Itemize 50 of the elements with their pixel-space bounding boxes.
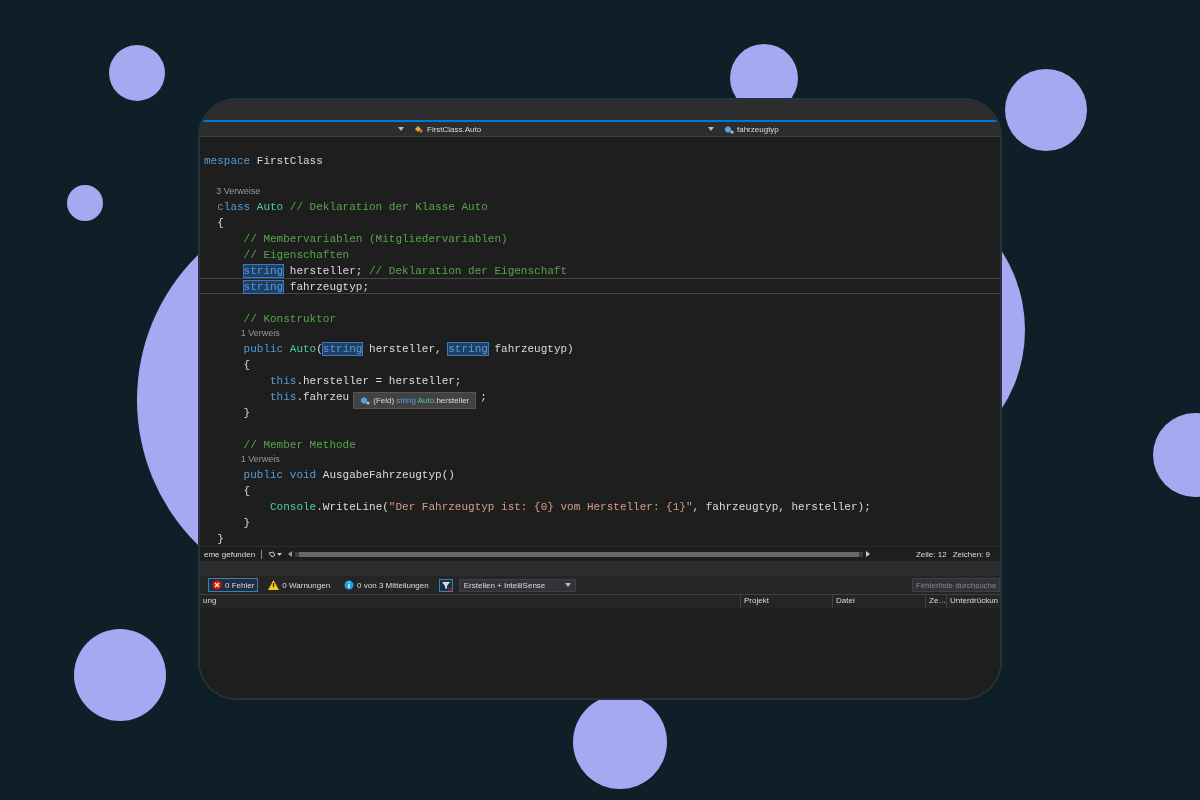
- reference-count[interactable]: 1 Verweis: [240, 452, 280, 466]
- code-line: // Konstruktor: [243, 312, 336, 327]
- error-icon: [212, 580, 222, 590]
- dropdown[interactable]: FirstClass.Auto: [410, 122, 720, 136]
- caret-icon: [708, 127, 714, 131]
- field-icon: [360, 396, 371, 405]
- reference-count[interactable]: 1 Verweis: [240, 326, 280, 340]
- background-circle: [67, 185, 103, 221]
- code-line: class Auto // Deklaration der Klasse Auto: [217, 200, 488, 215]
- code-line: string hersteller; // Deklaration der Eigenschaft: [243, 264, 568, 279]
- background-circle: [109, 45, 165, 101]
- scrollbar[interactable]: [295, 551, 863, 557]
- code-line: {: [243, 484, 251, 499]
- dropdown[interactable]: fahrzeugtyp: [720, 122, 1000, 136]
- tooltip-text: (Feld) string Auto.hersteller: [373, 396, 470, 405]
- code-line: string fahrzeugtyp;: [243, 280, 370, 295]
- column-header[interactable]: ung: [200, 595, 740, 608]
- code-line: // Eigenschaften: [243, 248, 350, 263]
- scroll-right-icon[interactable]: [865, 551, 870, 557]
- code-line: // Member Methode: [243, 438, 356, 453]
- code-line: public Auto(string hersteller, string fahrzeugtyp): [243, 342, 574, 357]
- line-number-label: Zeile: 12: [915, 549, 947, 559]
- code-line: {: [243, 358, 251, 373]
- filter-button[interactable]: 0 von 3 Mitteilungen: [340, 578, 433, 592]
- code-line: }: [243, 406, 251, 421]
- filter-button[interactable]: 0 Warnungen: [264, 578, 335, 592]
- code-line: public void AusgabeFahrzeugtyp(): [243, 468, 455, 483]
- code-line: Console.WriteLine("Der Fahrzeugtyp ist: {0} vom Hersteller: {1}", fahrzeugtyp, hersteller);: [270, 500, 871, 515]
- code-line: mespace FirstClass: [204, 154, 323, 169]
- code-line: }: [217, 532, 224, 547]
- search-field[interactable]: Fehlerliste durchsuche: [912, 578, 1000, 592]
- info-icon: [344, 580, 355, 590]
- reference-count[interactable]: 3 Verweise: [216, 184, 261, 198]
- status-text: eme gefunden: [204, 549, 256, 559]
- field-icon: [724, 124, 734, 134]
- column-number-label: Zeichen: 9: [952, 549, 990, 559]
- code-line: // Membervariablen (Mitgliedervariablen): [243, 232, 508, 247]
- scroll-left-icon[interactable]: [288, 551, 293, 557]
- filter-icon[interactable]: [438, 578, 453, 592]
- code-line: this.hersteller = hersteller;: [270, 374, 462, 389]
- scope-dropdown[interactable]: Erstellen + IntelliSense: [458, 578, 577, 592]
- filter-button[interactable]: 0 Fehler: [208, 578, 259, 592]
- warning-icon: [268, 580, 280, 590]
- code-line: this.fahrzeu: [270, 390, 350, 405]
- code-line: {: [217, 216, 224, 231]
- code-line: ;: [480, 390, 487, 405]
- class-icon: [414, 124, 424, 134]
- caret-icon: [565, 583, 572, 587]
- caret-icon: [398, 127, 404, 131]
- code-line: }: [243, 516, 251, 531]
